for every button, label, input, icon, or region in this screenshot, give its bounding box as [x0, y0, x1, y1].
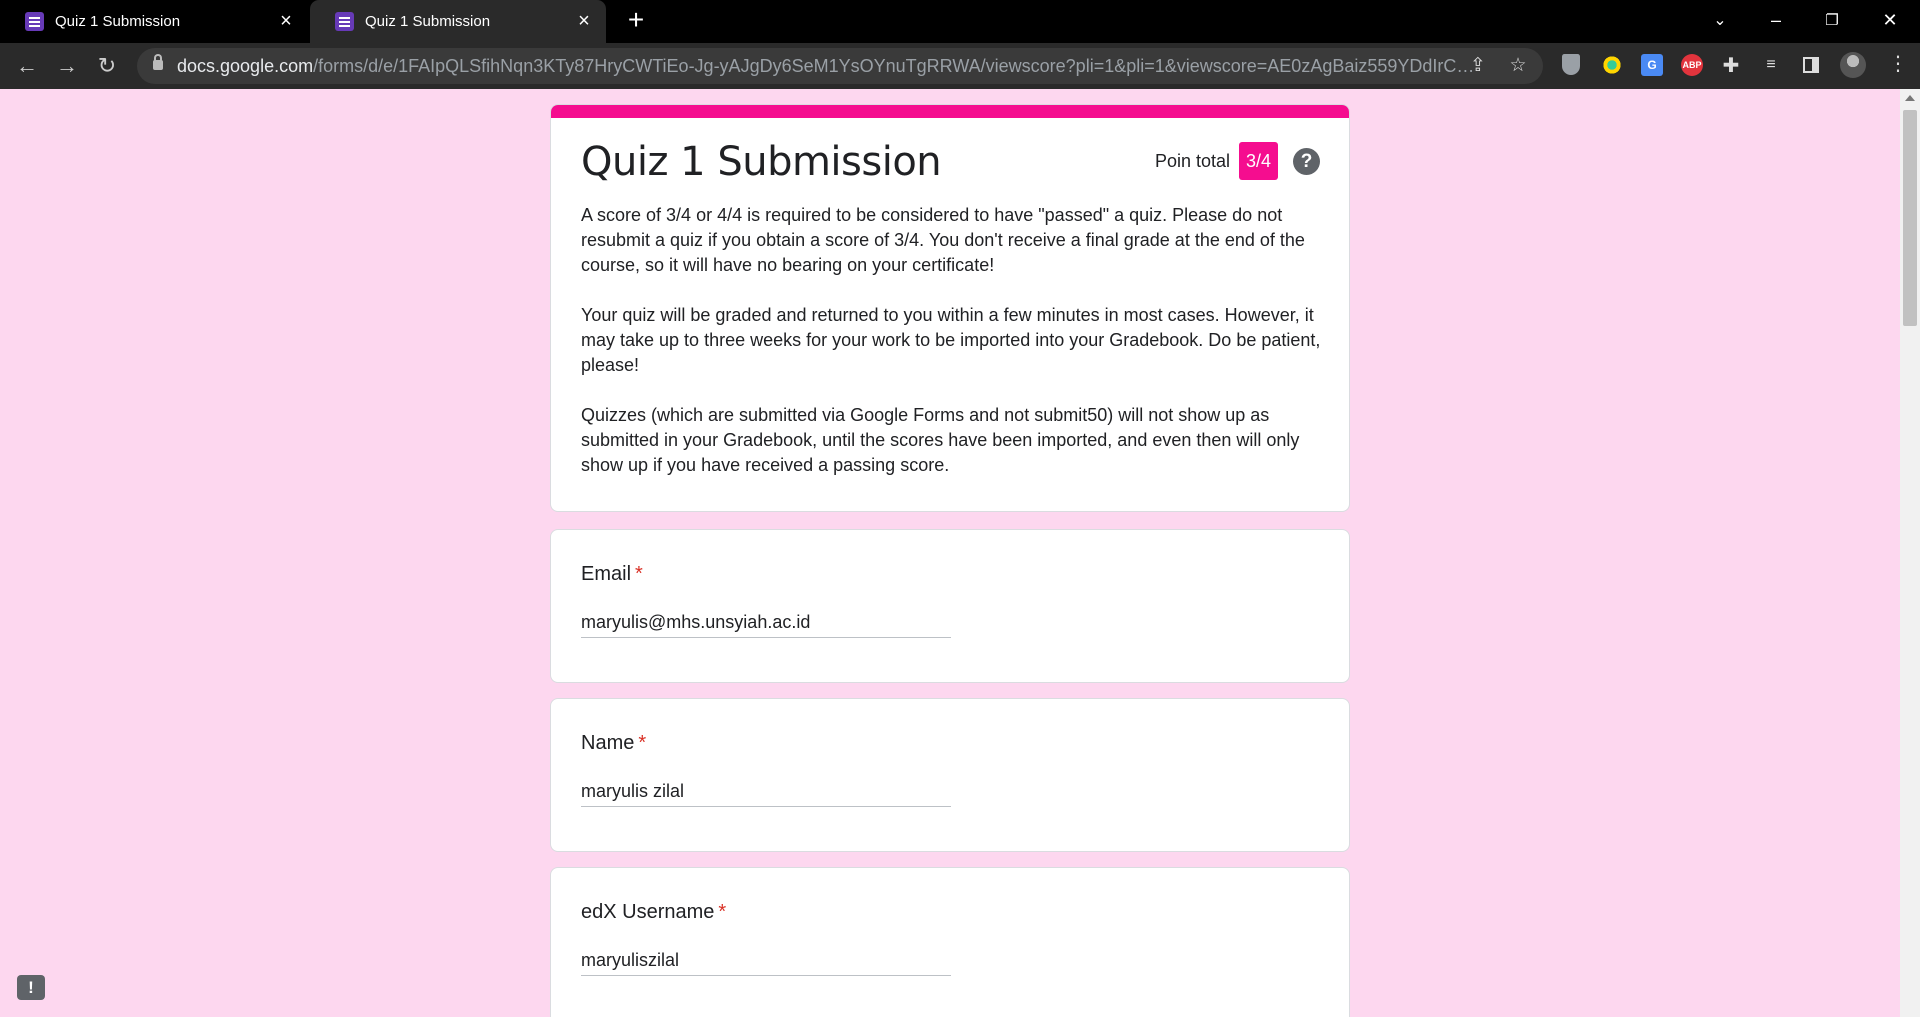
minimize-button[interactable]: –: [1748, 0, 1804, 40]
description-paragraph: Your quiz will be graded and returned to…: [581, 305, 1321, 375]
question-label: edX Username *: [581, 901, 727, 923]
sidepanel-icon[interactable]: [1800, 54, 1822, 76]
url-text[interactable]: docs.google.com/forms/d/e/1FAIpQLSfihNqn…: [177, 56, 1477, 77]
bookmark-star-icon[interactable]: ☆: [1507, 55, 1529, 77]
form-description: A score of 3/4 or 4/4 is required to be …: [581, 203, 1326, 503]
profile-avatar[interactable]: [1840, 52, 1866, 78]
score-badge: 3/4: [1239, 142, 1278, 180]
tab-strip: Quiz 1 Submission × Quiz 1 Submission × …: [0, 0, 1920, 43]
points-total-label: Poin total: [1155, 151, 1231, 171]
adblock-plus-icon[interactable]: ABP: [1681, 54, 1703, 76]
reload-icon[interactable]: ↻: [92, 51, 122, 81]
google-forms-icon: [25, 12, 44, 31]
browser-tab-active[interactable]: Quiz 1 Submission ×: [310, 0, 606, 43]
description-paragraph: Quizzes (which are submitted via Google …: [581, 405, 1300, 475]
required-asterisk: *: [718, 901, 727, 923]
shield-icon[interactable]: [1562, 54, 1580, 75]
eye-extension-icon[interactable]: [1601, 54, 1623, 76]
question-card-email: Email * maryulis@mhs.unsyiah.ac.id: [550, 529, 1350, 683]
close-tab-icon[interactable]: ×: [276, 11, 296, 31]
new-tab-button[interactable]: +: [623, 6, 649, 34]
lock-icon[interactable]: [153, 54, 163, 70]
media-control-icon[interactable]: ≡: [1760, 54, 1782, 76]
edx-username-answer: maryuliszilal: [581, 950, 951, 976]
forward-arrow-icon[interactable]: →: [52, 51, 82, 81]
description-paragraph: A score of 3/4 or 4/4 is required to be …: [581, 205, 1305, 275]
name-answer: maryulis zilal: [581, 781, 951, 807]
required-asterisk: *: [635, 563, 643, 585]
tab-search-chevron-icon[interactable]: ⌄: [1692, 0, 1748, 40]
puzzle-icon[interactable]: ✚: [1720, 54, 1742, 77]
address-bar[interactable]: docs.google.com/forms/d/e/1FAIpQLSfihNqn…: [137, 48, 1543, 84]
help-icon[interactable]: ?: [1293, 148, 1320, 175]
browser-toolbar: ← → ↻ docs.google.com/forms/d/e/1FAIpQLS…: [0, 43, 1920, 89]
scrollbar-thumb[interactable]: [1903, 110, 1917, 326]
question-card-edx-username: edX Username * maryuliszilal: [550, 867, 1350, 1017]
share-icon[interactable]: ⇪: [1467, 55, 1489, 77]
close-tab-icon[interactable]: ×: [574, 11, 594, 31]
question-label: Name *: [581, 732, 647, 754]
accent-bar: [551, 105, 1349, 118]
tab-title: Quiz 1 Submission: [55, 13, 181, 30]
page-title: Quiz 1 Submission: [581, 139, 942, 185]
back-arrow-icon[interactable]: ←: [12, 51, 42, 81]
google-forms-icon: [335, 12, 354, 31]
question-card-name: Name * maryulis zilal: [550, 698, 1350, 852]
form-header-card: Quiz 1 Submission Poin total 3/4 ? A sco…: [550, 104, 1350, 512]
page-scrollbar[interactable]: [1900, 89, 1920, 1017]
browser-tab[interactable]: Quiz 1 Submission ×: [0, 0, 308, 43]
question-label: Email *: [581, 563, 643, 585]
required-asterisk: *: [638, 732, 647, 754]
translate-icon[interactable]: G: [1641, 54, 1663, 76]
menu-kebab-icon[interactable]: ⋮: [1888, 52, 1908, 78]
scroll-up-arrow-icon[interactable]: [1905, 95, 1915, 101]
tab-title: Quiz 1 Submission: [365, 13, 491, 30]
restore-button[interactable]: ❐: [1804, 0, 1860, 40]
report-feedback-button[interactable]: !: [17, 975, 45, 1000]
close-window-button[interactable]: ✕: [1862, 0, 1918, 40]
email-answer: maryulis@mhs.unsyiah.ac.id: [581, 612, 951, 638]
